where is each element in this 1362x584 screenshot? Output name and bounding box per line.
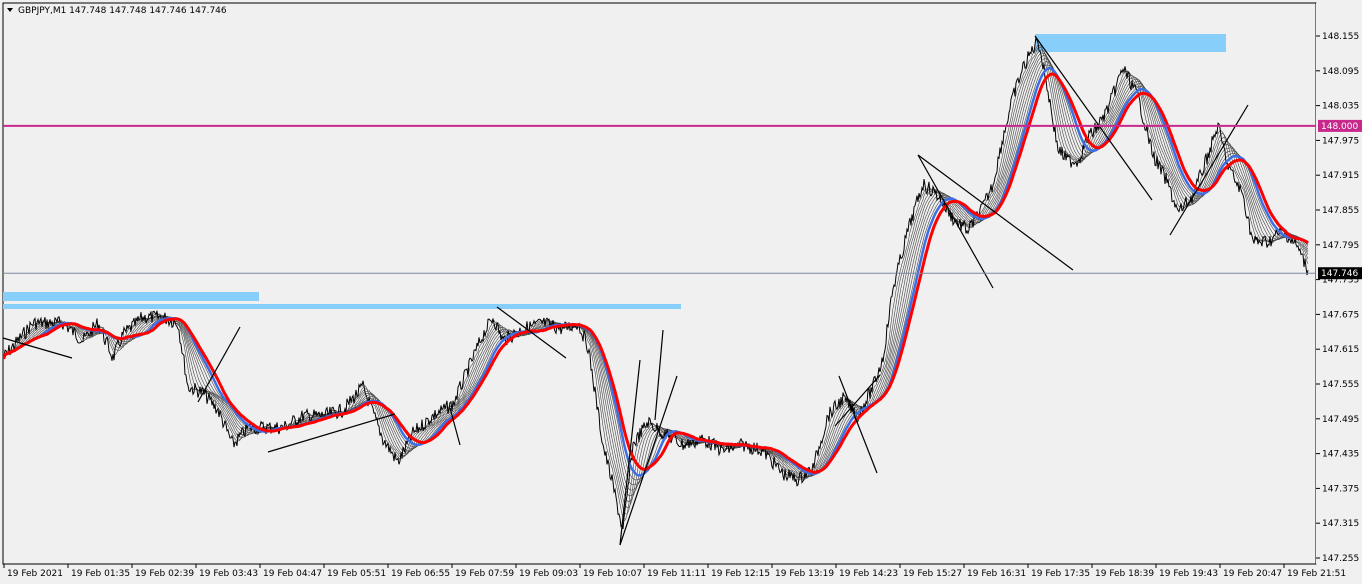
y-tick-label: 147.675 bbox=[1322, 310, 1359, 320]
y-tick-label: 147.255 bbox=[1322, 554, 1359, 564]
x-tick-label: 19 Feb 05:51 bbox=[327, 569, 386, 579]
y-tick-label: 148.155 bbox=[1322, 32, 1359, 42]
y-tick-label: 147.735 bbox=[1322, 276, 1359, 286]
y-tick-label: 148.035 bbox=[1322, 102, 1359, 112]
x-tick-label: 19 Feb 09:03 bbox=[519, 569, 578, 579]
plot-area bbox=[2, 2, 1317, 565]
x-tick-label: 19 Feb 07:59 bbox=[455, 569, 514, 579]
y-tick-label: 147.555 bbox=[1322, 380, 1359, 390]
x-tick-label: 19 Feb 16:31 bbox=[967, 569, 1026, 579]
chart-svg: 148.000147.746 148.155148.095148.035147.… bbox=[0, 0, 1362, 584]
x-tick-label: 19 Feb 02:39 bbox=[135, 569, 194, 579]
level-148-label: 148.000 bbox=[1321, 122, 1358, 132]
x-tick-label: 19 Feb 20:47 bbox=[1223, 569, 1282, 579]
y-tick-label: 147.855 bbox=[1322, 206, 1359, 216]
y-tick-label: 147.435 bbox=[1322, 450, 1359, 460]
x-tick-label: 19 Feb 17:35 bbox=[1031, 569, 1090, 579]
y-tick-label: 148.095 bbox=[1322, 67, 1359, 77]
zone-rect bbox=[3, 292, 259, 301]
x-tick-label: 19 Feb 14:23 bbox=[839, 569, 898, 579]
x-tick-label: 19 Feb 18:39 bbox=[1095, 569, 1154, 579]
x-tick-label: 19 Feb 19:43 bbox=[1159, 569, 1218, 579]
x-tick-label: 19 Feb 10:07 bbox=[583, 569, 642, 579]
y-tick-label: 147.975 bbox=[1322, 136, 1359, 146]
y-tick-label: 147.795 bbox=[1322, 241, 1359, 251]
y-tick-label: 147.495 bbox=[1322, 415, 1359, 425]
chart-header: GBPJPY,M1 147.748 147.748 147.746 147.74… bbox=[7, 6, 227, 16]
y-tick-label: 147.615 bbox=[1322, 345, 1359, 355]
x-tick-label: 19 Feb 01:35 bbox=[71, 569, 130, 579]
x-tick-label: 19 Feb 21:51 bbox=[1287, 569, 1346, 579]
x-tick-label: 19 Feb 2021 bbox=[7, 569, 63, 579]
x-tick-label: 19 Feb 15:27 bbox=[903, 569, 962, 579]
zone-rect bbox=[1035, 34, 1226, 52]
x-tick-label: 19 Feb 06:55 bbox=[391, 569, 450, 579]
chart-title: GBPJPY,M1 147.748 147.748 147.746 147.74… bbox=[18, 6, 227, 16]
x-tick-label: 19 Feb 03:43 bbox=[199, 569, 258, 579]
x-tick-label: 19 Feb 11:11 bbox=[647, 569, 706, 579]
y-tick-label: 147.315 bbox=[1322, 519, 1359, 529]
x-tick-label: 19 Feb 04:47 bbox=[263, 569, 322, 579]
zone-rect bbox=[3, 304, 681, 309]
y-tick-label: 147.915 bbox=[1322, 171, 1359, 181]
x-tick-label: 19 Feb 12:15 bbox=[711, 569, 770, 579]
y-tick-label: 147.375 bbox=[1322, 484, 1359, 494]
x-tick-label: 19 Feb 13:19 bbox=[775, 569, 834, 579]
